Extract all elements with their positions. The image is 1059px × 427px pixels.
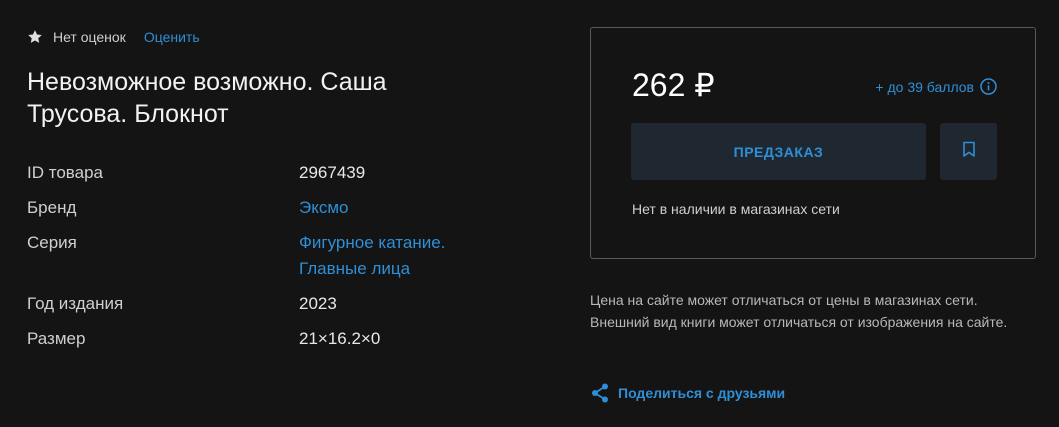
spec-key: Размер [27, 329, 86, 348]
bonus-text[interactable]: + до 39 баллов [875, 79, 974, 95]
series-link-line2[interactable]: Главные лица [299, 256, 445, 282]
rating-status: Нет оценок [53, 29, 126, 45]
spec-row-series: Серия Фигурное катание. Главные лица [27, 230, 567, 282]
price: 262 ₽ [632, 67, 715, 103]
bookmark-icon [962, 141, 976, 163]
rate-link[interactable]: Оценить [144, 29, 200, 45]
product-title: Невозможное возможно. Саша Трусова. Блок… [27, 68, 387, 128]
buy-box: 262 ₽ + до 39 баллов ПРЕДЗАКАЗ Нет в нал… [590, 27, 1036, 259]
share-icon [590, 382, 610, 404]
stock-status: Нет в наличии в магазинах сети [632, 201, 840, 217]
series-link-line1[interactable]: Фигурное катание. [299, 230, 445, 256]
star-icon [27, 29, 43, 45]
rating-row: Нет оценок Оценить [27, 29, 200, 45]
spec-list: ID товара 2967439 Бренд Эксмо Серия Фигу… [27, 160, 567, 361]
spec-row-brand: Бренд Эксмо [27, 195, 567, 221]
price-disclaimer: Цена на сайте может отличаться от цены в… [590, 292, 1008, 330]
spec-key: Бренд [27, 198, 77, 217]
spec-key: ID товара [27, 163, 103, 182]
spec-row-id: ID товара 2967439 [27, 160, 567, 186]
spec-row-year: Год издания 2023 [27, 291, 567, 317]
preorder-button[interactable]: ПРЕДЗАКАЗ [631, 123, 926, 180]
spec-key: Серия [27, 233, 77, 252]
spec-value: 2967439 [299, 163, 366, 182]
spec-value: 21×16.2×0 [299, 329, 381, 348]
brand-link[interactable]: Эксмо [299, 195, 349, 221]
share-label[interactable]: Поделиться с друзьями [618, 385, 785, 401]
share-link[interactable]: Поделиться с друзьями [590, 382, 785, 404]
bonus-points[interactable]: + до 39 баллов [875, 78, 997, 95]
spec-key: Год издания [27, 294, 124, 313]
info-icon[interactable] [980, 78, 997, 95]
spec-row-size: Размер 21×16.2×0 [27, 326, 567, 352]
series-link[interactable]: Фигурное катание. Главные лица [299, 230, 445, 282]
bookmark-button[interactable] [940, 123, 997, 180]
spec-value: 2023 [299, 294, 337, 313]
